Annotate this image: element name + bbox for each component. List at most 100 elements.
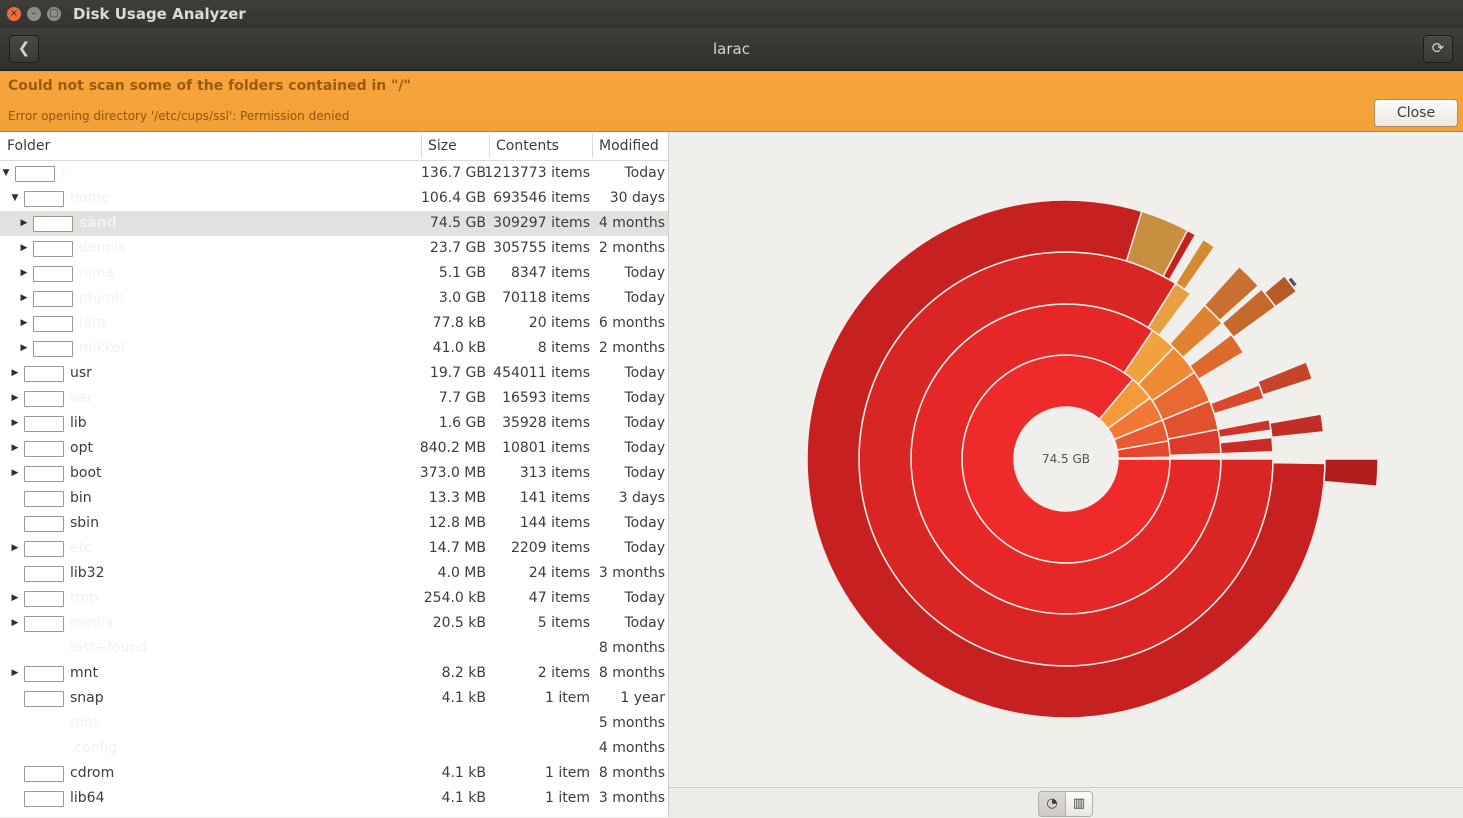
expander-closed-icon[interactable]: ▶ [10,461,20,486]
ring-segment[interactable] [1268,413,1325,439]
folder-color-chip [24,666,64,682]
tree-row[interactable]: ▼ home 106.4 GB 693546 items 30 days [0,186,668,211]
folder-size: 4.1 kB [441,790,486,806]
column-header-size[interactable]: Size [428,138,457,154]
ring-segment[interactable] [1217,418,1272,439]
expander-closed-icon[interactable]: ▶ [19,336,29,361]
tree-row[interactable]: ▶ tmp 254.0 kB 47 items Today [0,586,668,611]
folder-modified: Today [624,390,666,406]
tree-row[interactable]: snap 4.1 kB 1 item 1 year [0,686,668,711]
tree-row[interactable]: ▶ var 7.7 GB 16593 items Today [0,386,668,411]
folder-name: / [61,165,66,181]
expander-closed-icon[interactable]: ▶ [10,386,20,411]
expander-open-icon[interactable]: ▼ [10,186,20,211]
column-header-modified[interactable]: Modified [599,138,659,154]
expander-closed-icon[interactable]: ▶ [10,611,20,636]
tree-row[interactable]: lib32 4.0 MB 24 items 3 months [0,561,668,586]
treemap-view-button[interactable]: ▥ [1065,791,1093,817]
folder-color-chip [24,416,64,432]
tree-row[interactable]: sbin 12.8 MB 144 items Today [0,511,668,536]
tree-row[interactable]: ▶ phj-nh 3.0 GB 70118 items Today [0,286,668,311]
refresh-button[interactable]: ⟳ [1423,35,1453,63]
expander-closed-icon[interactable]: ▶ [10,411,20,436]
folder-color-chip [33,216,73,232]
error-title: Could not scan some of the folders conta… [8,78,411,94]
tree-row[interactable]: cdrom 4.1 kB 1 item 8 months [0,761,668,786]
expander-closed-icon[interactable]: ▶ [19,211,29,236]
window-title: Disk Usage Analyzer [73,5,246,23]
expander-closed-icon[interactable]: ▶ [10,536,20,561]
folder-color-chip [24,591,64,607]
view-switcher-bar: ◔ ▥ [669,787,1463,818]
folder-contents: 309297 items [493,215,590,231]
tree-row[interactable]: ▶ opt 840.2 MB 10801 items Today [0,436,668,461]
expander-closed-icon[interactable]: ▶ [10,661,20,686]
folder-contents: 16593 items [502,390,590,406]
expander-closed-icon[interactable]: ▶ [19,261,29,286]
folder-name: dennis [79,240,126,256]
expander-closed-icon[interactable]: ▶ [10,436,20,461]
folder-name: home [70,190,110,206]
tree-row[interactable]: bin 13.3 MB 141 items 3 days [0,486,668,511]
folder-contents: 144 items [519,515,590,531]
ring-segment[interactable] [1209,383,1265,415]
folder-contents: 70118 items [502,290,590,306]
window-close-button[interactable]: × [7,7,21,21]
rings-view-button[interactable]: ◔ [1038,791,1066,817]
tree-row[interactable]: ▶ mikkel 41.0 kB 8 items 2 months [0,336,668,361]
tree-row[interactable]: ▶ etc 14.7 MB 2209 items Today [0,536,668,561]
window-maximize-button[interactable]: □ [47,7,61,21]
rings-chart[interactable]: 74.5 GB [669,132,1463,787]
tree-row[interactable]: root 5 months [0,711,668,736]
folder-color-chip [24,541,64,557]
tree-row[interactable]: lib64 4.1 kB 1 item 3 months [0,786,668,811]
tree-row[interactable]: ▶ usr 19.7 GB 454011 items Today [0,361,668,386]
expander-closed-icon[interactable]: ▶ [19,236,29,261]
expander-closed-icon[interactable]: ▶ [10,586,20,611]
folder-size: 41.0 kB [432,340,486,356]
expander-closed-icon[interactable]: ▶ [19,311,29,336]
folder-modified: 1 year [620,690,665,706]
folder-modified: 30 days [609,190,665,206]
folder-name: mnt [70,665,98,681]
tree-row[interactable]: .config 4 months [0,736,668,761]
tree-row[interactable]: lost+found 8 months [0,636,668,661]
folder-tree[interactable]: Folder Size Contents Modified ▼ / 136.7 GB… [0,132,669,817]
folder-size: 4.1 kB [441,690,486,706]
expander-closed-icon[interactable]: ▶ [10,361,20,386]
folder-name: nima [79,265,114,281]
ring-segment[interactable] [1219,436,1274,455]
rings-center-label: 74.5 GB [1042,452,1090,466]
folder-contents: 454011 items [493,365,590,381]
tree-row[interactable]: ▶ media 20.5 kB 5 items Today [0,611,668,636]
tree-row[interactable]: ▶ nima 5.1 GB 8347 items Today [0,261,668,286]
tree-row[interactable]: ▼ / 136.7 GB 1213773 items Today [0,161,668,186]
tree-row[interactable]: ▶ lib 1.6 GB 35928 items Today [0,411,668,436]
folder-modified: Today [624,165,666,181]
tree-row[interactable]: ▶ lara 77.8 kB 20 items 6 months [0,311,668,336]
window-minimize-button[interactable]: – [27,7,41,21]
folder-contents: 35928 items [502,415,590,431]
expander-closed-icon[interactable]: ▶ [19,286,29,311]
folder-name: bin [70,490,92,506]
column-header-folder[interactable]: Folder [7,138,50,154]
ring-segment[interactable] [1323,458,1379,488]
tree-row[interactable]: ▶ mnt 8.2 kB 2 items 8 months [0,661,668,686]
folder-color-chip [24,191,64,207]
infobar-close-button[interactable]: Close [1374,99,1458,127]
folder-modified: Today [624,290,666,306]
folder-name: lost+found [70,640,148,656]
tree-row[interactable]: ▶ sand 74.5 GB 309297 items 4 months [0,211,668,236]
rings-chart-area[interactable]: 74.5 GB [669,132,1463,787]
column-header-contents[interactable]: Contents [496,138,559,154]
folder-modified: 3 months [598,790,665,806]
tree-row[interactable]: ▶ boot 373.0 MB 313 items Today [0,461,668,486]
folder-modified: 4 months [598,215,665,231]
folder-name: root [70,715,99,731]
folder-name: etc [70,540,92,556]
location-title: larac [713,40,750,58]
folder-name: media [70,615,114,631]
expander-open-icon[interactable]: ▼ [1,161,11,186]
tree-row[interactable]: ▶ dennis 23.7 GB 305755 items 2 months [0,236,668,261]
ring-segment[interactable] [1256,361,1314,396]
